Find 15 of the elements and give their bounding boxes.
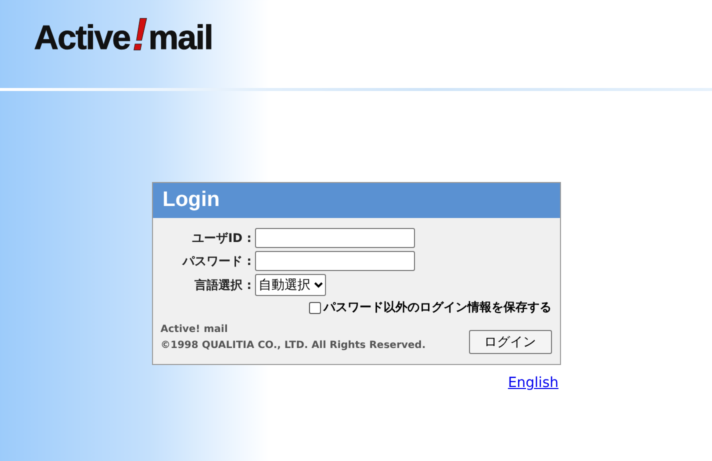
panel-title: Login [152,183,560,218]
field-label: ユーザID : [191,230,252,246]
field-label: 言語選択 : [194,276,252,294]
logo: Active!mail [34,14,212,56]
copyright-text: ©1998 QUALITIA CO., LTD. All Rights Reserved. [160,339,426,353]
product-name: Active! mail [160,323,229,337]
checkbox-label: パスワード以外のログイン情報を保存する [324,299,552,316]
login-button[interactable]: ログイン [468,330,552,354]
password-field[interactable] [254,251,414,271]
language-dropdown[interactable]: 自動選択 [254,274,326,296]
user-id-field[interactable] [254,228,414,248]
english-link[interactable]: English [508,375,558,391]
field-label: パスワード : [181,252,252,270]
chevron-down-icon [314,282,322,288]
checkbox[interactable] [308,302,320,314]
